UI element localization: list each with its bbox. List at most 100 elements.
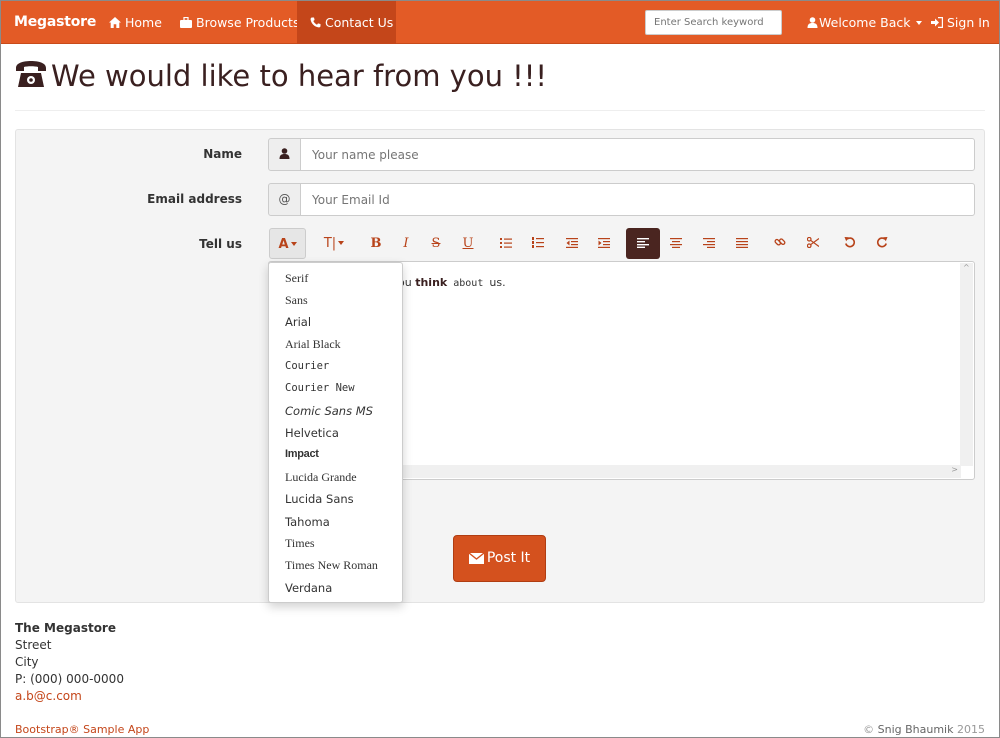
bullet-list-button[interactable] [495, 228, 517, 259]
tell-us-label: Tell us [199, 237, 242, 251]
italic-button[interactable]: I [396, 228, 416, 259]
nav-signin-label: Sign In [947, 15, 990, 30]
text-height-icon: T| [323, 236, 337, 251]
font-option[interactable]: Helvetica [285, 426, 339, 440]
font-family-menu: Serif Sans Arial Arial Black Courier Cou… [268, 262, 403, 603]
font-option[interactable]: Courier New [285, 382, 355, 394]
address-phone: P: (000) 000-0000 [15, 672, 124, 686]
font-option[interactable]: Arial [285, 315, 311, 329]
align-left-button[interactable] [626, 228, 660, 259]
navbar: Megastore Home Browse Products Contact U… [1, 1, 999, 44]
bold-button[interactable]: B [366, 228, 386, 259]
font-option[interactable]: Sans [285, 293, 308, 308]
nav-browse-label: Browse Products [196, 15, 300, 30]
page-title: We would like to hear from you !!! [15, 59, 547, 93]
link-icon [774, 238, 786, 246]
indent-icon [598, 238, 610, 248]
phone-icon [310, 2, 321, 45]
scroll-right-icon[interactable]: > [951, 465, 958, 474]
nav-home-label: Home [125, 15, 162, 30]
font-option[interactable]: Tahoma [285, 515, 330, 529]
redo-icon [876, 237, 888, 248]
align-center-button[interactable] [665, 228, 687, 259]
address-street: Street [15, 638, 52, 652]
address-city: City [15, 655, 39, 669]
font-option[interactable]: Arial Black [285, 337, 341, 352]
nav-contact-us[interactable]: Contact Us [297, 1, 396, 44]
copyright-symbol: © [863, 723, 878, 736]
page-title-text: We would like to hear from you !!! [51, 59, 548, 93]
email-input[interactable] [300, 183, 975, 216]
caret-down-icon [338, 241, 345, 245]
font-family-icon: A [278, 237, 289, 252]
email-addon: @ [268, 183, 301, 216]
font-option[interactable]: Times [285, 536, 315, 551]
user-icon [807, 2, 818, 45]
scroll-up-icon[interactable]: ^ [963, 263, 970, 272]
footer-copyright: © Snig Bhaumik 2015 [863, 723, 985, 736]
nav-home[interactable]: Home [109, 1, 162, 44]
footer-year: 2015 [953, 723, 985, 736]
nav-contact-label: Contact Us [325, 15, 394, 30]
editor-content: ou think about us. [398, 276, 506, 289]
align-justify-icon [736, 238, 748, 248]
vertical-scrollbar[interactable]: ^ [960, 263, 973, 466]
search-input[interactable] [645, 10, 782, 35]
name-label: Name [203, 147, 242, 161]
underline-button[interactable]: U [458, 228, 478, 259]
undo-button[interactable] [839, 228, 861, 259]
log-in-icon [931, 2, 944, 45]
page: Megastore Home Browse Products Contact U… [0, 0, 1000, 738]
redo-button[interactable] [871, 228, 893, 259]
list-ul-icon [500, 238, 512, 248]
font-size-button[interactable]: T| [319, 228, 349, 259]
address-email-link[interactable]: a.b@c.com [15, 689, 82, 703]
name-input[interactable] [300, 138, 975, 171]
font-option[interactable]: Comic Sans MS [285, 404, 373, 418]
nav-browse-products[interactable]: Browse Products [180, 1, 299, 44]
envelope-icon [468, 552, 485, 564]
undo-icon [844, 237, 856, 248]
nav-sign-in[interactable]: Sign In [931, 1, 990, 44]
footer-app-name: Bootstrap® Sample App [15, 723, 150, 736]
align-center-icon [670, 238, 682, 248]
remove-link-button[interactable] [802, 228, 824, 259]
font-option[interactable]: Lucida Grande [285, 470, 357, 485]
title-divider [15, 110, 985, 111]
align-right-icon [703, 238, 715, 248]
indent-button[interactable] [593, 228, 615, 259]
list-ol-icon [532, 237, 544, 248]
post-it-button[interactable]: Post It [453, 535, 546, 582]
editor-text-mono: about [447, 278, 490, 289]
company-name: The Megastore [15, 621, 116, 635]
post-it-label: Post It [486, 550, 531, 566]
font-option[interactable]: Impact [285, 448, 319, 460]
scissors-icon [806, 236, 820, 249]
email-label: Email address [147, 192, 242, 206]
editor-text-end: us. [489, 276, 506, 289]
name-addon [268, 138, 301, 171]
font-option[interactable]: Serif [285, 271, 308, 286]
align-right-button[interactable] [698, 228, 720, 259]
editor-text-bold: think [415, 276, 448, 289]
font-option[interactable]: Lucida Sans [285, 492, 354, 506]
justify-button[interactable] [731, 228, 753, 259]
font-option[interactable]: Verdana [285, 581, 332, 595]
caret-down-icon [915, 21, 922, 25]
align-left-icon [637, 238, 649, 248]
numbered-list-button[interactable] [527, 228, 549, 259]
footer-author: Snig Bhaumik [877, 723, 954, 736]
user-icon [279, 147, 290, 161]
outdent-button[interactable] [561, 228, 583, 259]
font-option[interactable]: Times New Roman [285, 558, 378, 573]
outdent-icon [566, 238, 578, 248]
font-family-button[interactable]: A [269, 228, 306, 259]
font-option[interactable]: Courier [285, 360, 329, 372]
brand-logo[interactable]: Megastore [14, 14, 96, 30]
hyperlink-button[interactable] [769, 228, 791, 259]
nav-welcome-dropdown[interactable]: Welcome Back [807, 1, 922, 44]
strikethrough-button[interactable]: S [426, 228, 446, 259]
telephone-icon [15, 59, 47, 89]
nav-welcome-label: Welcome Back [819, 15, 911, 30]
caret-down-icon [290, 242, 297, 246]
